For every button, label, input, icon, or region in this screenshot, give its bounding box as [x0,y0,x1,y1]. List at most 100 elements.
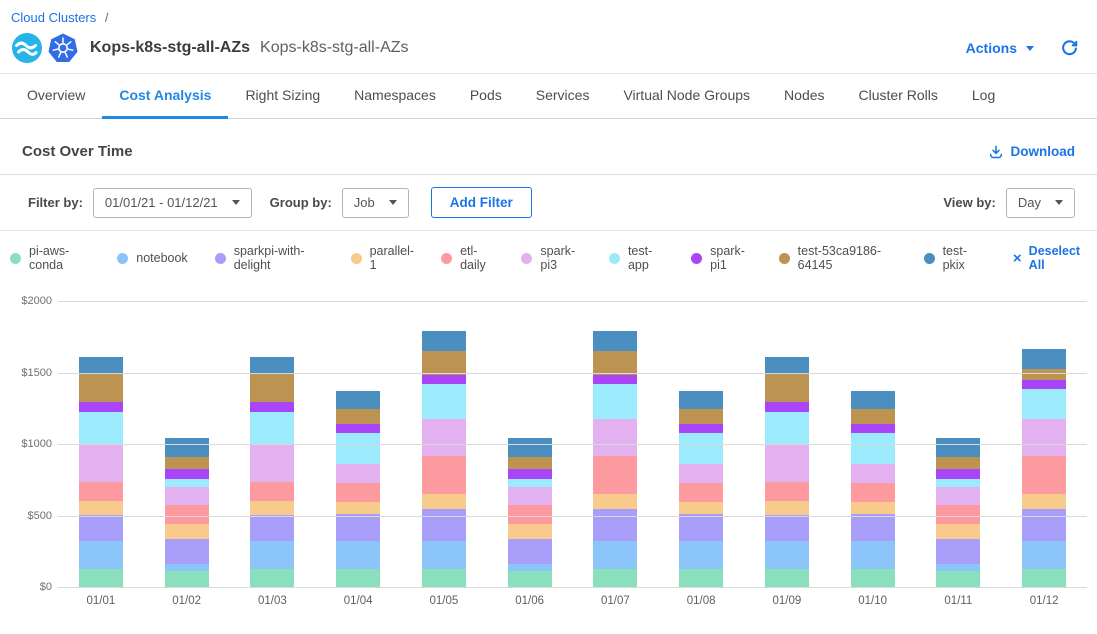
bar-group-01-07 [573,302,659,588]
ocean-icon [12,33,42,63]
bar-segment-test-53ca9186-64145 [336,409,380,423]
bar-segment-notebook [936,564,980,571]
filter-by-label: Filter by: [28,195,83,210]
bar-segment-spark-pi3 [593,419,637,457]
bar-group-01-05 [401,302,487,588]
bar-segment-spark-pi3 [765,444,809,482]
tab-log[interactable]: Log [955,74,1012,119]
legend-item-spark-pi1[interactable]: spark-pi1 [691,244,752,272]
bar-segment-pi-aws-conda [250,569,294,588]
legend-dot-icon [779,253,790,264]
chart-plot [58,302,1087,588]
bar-segment-pi-aws-conda [765,569,809,588]
breadcrumb-link[interactable]: Cloud Clusters [11,10,96,25]
legend-item-test-53ca9186-64145[interactable]: test-53ca9186-64145 [779,244,897,272]
bar-segment-sparkpi-with-delight [250,515,294,541]
section-header: Cost Over Time Download [0,119,1097,175]
bar-segment-test-53ca9186-64145 [250,374,294,402]
cost-over-time-chart: 01/0101/0201/0301/0401/0501/0601/0701/08… [0,288,1097,607]
x-tick-label: 01/06 [487,595,573,607]
bar-segment-sparkpi-with-delight [851,514,895,540]
bar-group-01-03 [230,302,316,588]
cluster-title: Kops-k8s-stg-all-AZs [90,39,250,57]
gridline [58,373,1087,374]
bar-segment-parallel-1 [679,502,723,515]
tab-nodes[interactable]: Nodes [767,74,841,119]
bar-segment-spark-pi1 [508,469,552,479]
y-tick-label: $0 [8,581,52,593]
legend-item-sparkpi-with-delight[interactable]: sparkpi-with-delight [215,244,324,272]
x-axis: 01/0101/0201/0301/0401/0501/0601/0701/08… [58,595,1087,607]
bar-segment-spark-pi3 [936,487,980,506]
chevron-down-icon [389,200,397,205]
bar-segment-test-app [679,433,723,464]
bar-segment-spark-pi1 [165,469,209,479]
stacked-bar-01-08 [679,391,723,588]
tab-virtual-node-groups[interactable]: Virtual Node Groups [606,74,767,119]
tab-right-sizing[interactable]: Right Sizing [228,74,337,119]
bar-segment-sparkpi-with-delight [165,539,209,564]
legend-item-parallel-1[interactable]: parallel-1 [351,244,414,272]
bar-segment-test-53ca9186-64145 [679,409,723,423]
bar-segment-notebook [1022,541,1066,570]
legend-item-etl-daily[interactable]: etl-daily [441,244,494,272]
legend-item-pi-aws-conda[interactable]: pi-aws-conda [10,244,90,272]
bar-segment-sparkpi-with-delight [336,514,380,540]
group-by-label: Group by: [270,195,332,210]
bar-segment-pi-aws-conda [79,569,123,588]
tab-services[interactable]: Services [519,74,607,119]
view-by-select[interactable]: Day [1006,188,1075,218]
tab-cluster-rolls[interactable]: Cluster Rolls [842,74,955,119]
date-range-select[interactable]: 01/01/21 - 01/12/21 [93,188,252,218]
cluster-subtitle: Kops-k8s-stg-all-AZs [260,39,408,57]
bar-segment-etl-daily [508,505,552,524]
add-filter-button[interactable]: Add Filter [431,187,532,218]
x-tick-label: 01/02 [144,595,230,607]
bar-segment-test-pkix [422,331,466,350]
actions-button[interactable]: Actions [966,40,1034,56]
legend-dot-icon [924,253,935,264]
bar-segment-test-app [593,384,637,418]
stacked-bar-01-04 [336,391,380,588]
bar-segment-spark-pi3 [250,444,294,482]
bar-segment-notebook [508,564,552,571]
bar-segment-test-53ca9186-64145 [422,351,466,375]
refresh-icon[interactable] [1060,39,1079,58]
legend-item-test-app[interactable]: test-app [609,244,664,272]
tab-overview[interactable]: Overview [10,74,102,119]
legend-item-test-pkix[interactable]: test-pkix [924,244,980,272]
bar-group-01-11 [916,302,1002,588]
group-by-select[interactable]: Job [342,188,409,218]
bar-segment-parallel-1 [165,524,209,539]
gridline [58,587,1087,588]
stacked-bar-01-05 [422,331,466,588]
bar-segment-parallel-1 [765,501,809,515]
stacked-bar-01-02 [165,438,209,588]
legend: pi-aws-conda notebook sparkpi-with-delight… [0,231,1097,278]
legend-dot-icon [117,253,128,264]
bar-segment-test-pkix [593,331,637,350]
deselect-all-button[interactable]: ×Deselect All [1013,244,1087,272]
bar-segment-pi-aws-conda [336,569,380,588]
bar-segment-parallel-1 [1022,494,1066,510]
legend-label: test-app [628,244,664,272]
legend-dot-icon [215,253,226,264]
bar-group-01-02 [144,302,230,588]
tab-namespaces[interactable]: Namespaces [337,74,453,119]
cluster-header: Kops-k8s-stg-all-AZs Kops-k8s-stg-all-AZ… [0,25,1097,74]
download-button[interactable]: Download [988,144,1076,160]
bar-segment-spark-pi1 [422,375,466,384]
bar-segment-spark-pi3 [1022,419,1066,457]
legend-item-spark-pi3[interactable]: spark-pi3 [521,244,582,272]
x-tick-label: 01/11 [916,595,1002,607]
tab-pods[interactable]: Pods [453,74,519,119]
download-icon [988,144,1004,160]
legend-label: notebook [136,251,187,265]
tab-cost-analysis[interactable]: Cost Analysis [102,74,228,119]
bar-segment-etl-daily [79,482,123,501]
bar-group-01-10 [830,302,916,588]
legend-item-notebook[interactable]: notebook [117,251,187,265]
y-tick-label: $1000 [8,438,52,450]
bar-segment-etl-daily [851,483,895,502]
legend-dot-icon [691,253,702,264]
